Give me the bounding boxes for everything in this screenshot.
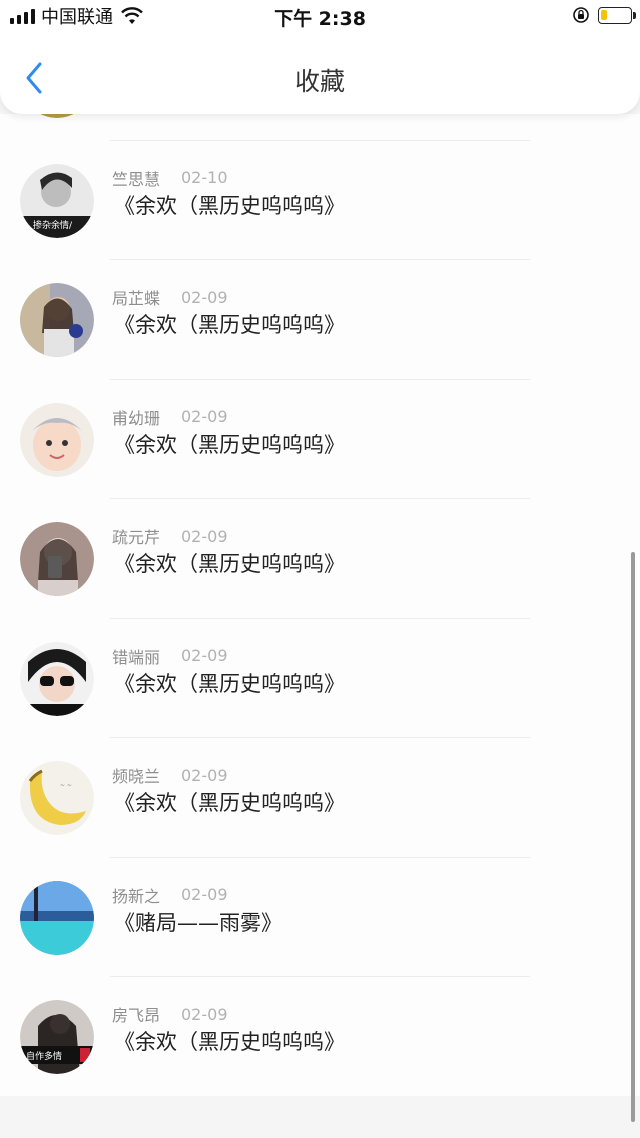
favorite-item[interactable]: ~ ~ 频晓兰 02-09 《余欢（黑历史呜呜呜》: [0, 737, 640, 857]
item-meta: 房飞昂 02-09: [112, 1002, 228, 1026]
item-meta: 错端丽 02-09: [112, 644, 228, 668]
avatar[interactable]: 掺杂余情/: [20, 163, 94, 238]
item-meta: 竺思慧 02-10: [112, 166, 228, 190]
item-date: 02-09: [181, 407, 228, 426]
item-date: 02-09: [181, 1004, 228, 1024]
status-right: [572, 6, 636, 24]
author-name[interactable]: 错端丽: [112, 644, 181, 668]
item-meta: 甫幼珊 02-09: [112, 405, 228, 429]
favorite-item[interactable]: 错端丽 02-09 《余欢（黑历史呜呜呜》: [0, 617, 640, 737]
favorite-item[interactable]: 自作多情 房飞昂 02-09 《余欢（黑历史呜呜呜》: [0, 976, 640, 1096]
favorite-item[interactable]: 局芷蝶 02-09 《余欢（黑历史呜呜呜》: [0, 259, 640, 379]
avatar[interactable]: [20, 402, 94, 477]
avatar[interactable]: [20, 880, 94, 955]
scrollbar[interactable]: [631, 552, 635, 1122]
favorites-list[interactable]: 《余欢（黑历史呜呜呜》掺杂余情/竺思慧02-10《余欢（黑历史呜呜呜》局芷蝶02…: [0, 114, 640, 1138]
item-title[interactable]: 《余欢（黑历史呜呜呜》: [114, 190, 345, 220]
author-name[interactable]: 疏元芹: [112, 524, 181, 548]
favorite-item[interactable]: 掺杂余情/竺思慧 02-10 《余欢（黑历史呜呜呜》: [0, 139, 640, 259]
author-name[interactable]: 甫幼珊: [112, 405, 181, 429]
favorite-item[interactable]: 《余欢（黑历史呜呜呜》: [0, 114, 640, 140]
item-date: 02-09: [181, 885, 228, 904]
author-name[interactable]: 局芷蝶: [112, 285, 181, 309]
item-title[interactable]: 《余欢（黑历史呜呜呜》: [114, 429, 345, 459]
item-date: 02-09: [181, 526, 228, 546]
avatar[interactable]: 自作多情: [20, 1000, 94, 1074]
avatar[interactable]: [20, 522, 94, 596]
favorite-item[interactable]: 甫幼珊 02-09 《余欢（黑历史呜呜呜》: [0, 378, 640, 498]
author-name[interactable]: 扬新之: [112, 883, 181, 907]
item-meta: 频晓兰 02-09: [112, 763, 228, 787]
favorites-list-inner: 《余欢（黑历史呜呜呜》掺杂余情/竺思慧02-10《余欢（黑历史呜呜呜》局芷蝶02…: [0, 114, 640, 1096]
status-bar: 中国联通 下午 2:38: [0, 0, 640, 32]
svg-text:~ ~: ~ ~: [60, 782, 72, 789]
item-title[interactable]: 《余欢（黑历史呜呜呜》: [114, 668, 345, 698]
rotation-lock-icon: [573, 7, 589, 23]
item-meta: 局芷蝶 02-09: [112, 285, 228, 309]
item-date: 02-10: [181, 168, 228, 187]
item-title[interactable]: 《余欢（黑历史呜呜呜》: [114, 787, 345, 817]
item-title[interactable]: 《余欢（黑历史呜呜呜》: [114, 1026, 345, 1056]
avatar[interactable]: [20, 641, 94, 716]
item-meta: 疏元芹 02-09: [112, 524, 228, 548]
battery-icon: [598, 6, 636, 24]
page-title: 收藏: [294, 67, 345, 96]
svg-text:自作多情: 自作多情: [26, 1050, 62, 1062]
author-name[interactable]: 竺思慧: [112, 166, 181, 190]
svg-text:掺杂余情/: 掺杂余情/: [33, 219, 73, 231]
favorite-item[interactable]: 疏元芹 02-09 《余欢（黑历史呜呜呜》: [0, 498, 640, 618]
item-date: 02-09: [181, 765, 228, 785]
nav-header: 收藏: [0, 32, 640, 114]
avatar[interactable]: ~ ~: [20, 761, 94, 835]
favorites-screen: 中国联通 下午 2:38 收藏 《余欢（黑历史呜呜呜》掺杂余情: [0, 0, 640, 1138]
item-title[interactable]: 《余欢（黑历史呜呜呜》: [114, 309, 345, 339]
battery-level: [601, 9, 607, 20]
item-meta: 扬新之 02-09: [112, 883, 228, 907]
status-time: 下午 2:38: [274, 8, 366, 30]
favorite-item[interactable]: 扬新之 02-09 《赌局——雨雾》: [0, 856, 640, 976]
avatar[interactable]: [20, 283, 94, 357]
item-title[interactable]: 《余欢（黑历史呜呜呜》: [114, 548, 345, 578]
item-date: 02-09: [181, 646, 228, 665]
avatar[interactable]: [20, 114, 94, 118]
author-name[interactable]: 房飞昂: [112, 1002, 181, 1026]
item-title[interactable]: 《赌局——雨雾》: [114, 907, 282, 937]
author-name[interactable]: 频晓兰: [112, 763, 181, 787]
item-date: 02-09: [181, 287, 228, 307]
